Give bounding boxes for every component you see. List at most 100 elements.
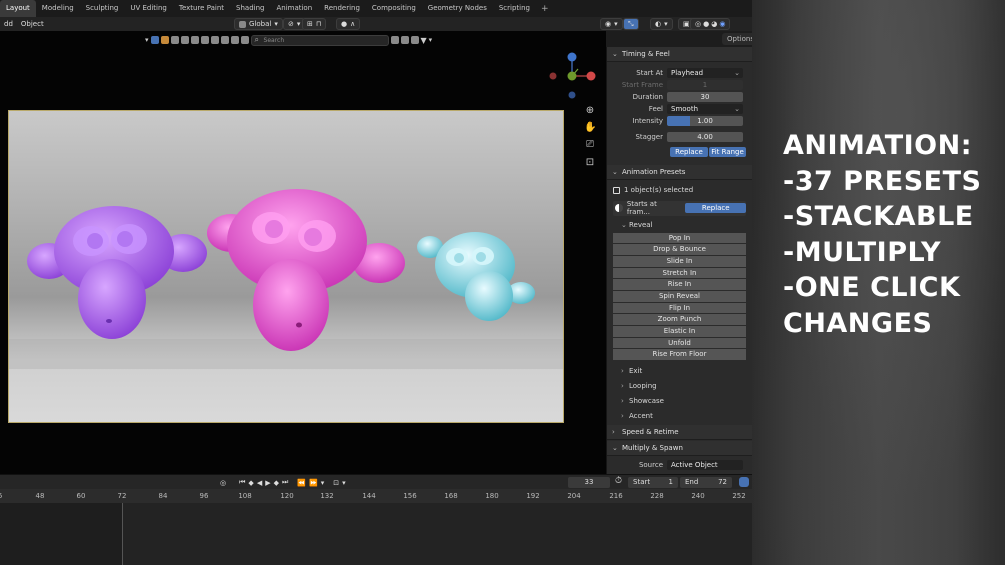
feel-dropdown[interactable]: Smooth ⌄: [667, 104, 743, 115]
showcase-group-header[interactable]: › Showcase: [613, 394, 746, 409]
filter-funnel-icon[interactable]: ▼: [421, 36, 427, 45]
visibility-dropdown[interactable]: ◉ ▾: [600, 18, 623, 30]
tab-sculpting[interactable]: Sculpting: [80, 0, 125, 17]
chevron-down-icon[interactable]: ▾: [429, 36, 433, 44]
filter-icon-1[interactable]: [170, 36, 179, 44]
preset-flip-in-button[interactable]: Flip In: [613, 302, 746, 314]
start-at-dropdown[interactable]: Playhead ⌄: [667, 68, 743, 79]
object-menu[interactable]: Object: [17, 20, 48, 28]
add-workspace-button[interactable]: +: [536, 4, 554, 14]
start-frame-field[interactable]: Start 1: [628, 477, 678, 488]
transform-orientation-dropdown[interactable]: Global ▾: [234, 18, 283, 30]
jump-start-icon[interactable]: ⏮: [239, 478, 245, 487]
blender-window: Layout Modeling Sculpting UV Editing Tex…: [0, 0, 1005, 565]
rendered-shading-icon[interactable]: ◉: [719, 19, 725, 29]
filter-icon-4[interactable]: [200, 36, 209, 44]
reveal-group-header[interactable]: ⌄ Reveal: [613, 218, 746, 233]
wireframe-shading-icon[interactable]: ◎: [695, 19, 701, 29]
tab-geometry-nodes[interactable]: Geometry Nodes: [422, 0, 493, 17]
presets-replace-button[interactable]: Replace: [685, 203, 747, 213]
preset-slide-in-button[interactable]: Slide In: [613, 255, 746, 267]
tab-animation[interactable]: Animation: [270, 0, 318, 17]
filter-icon-6[interactable]: [220, 36, 229, 44]
3d-viewport[interactable]: ▾ Search ▼ ▾: [0, 31, 606, 474]
start-frame-field[interactable]: 1: [667, 80, 743, 91]
filter-icon-7[interactable]: [230, 36, 239, 44]
filter-icon-2[interactable]: [180, 36, 189, 44]
preset-zoom-punch-button[interactable]: Zoom Punch: [613, 314, 746, 326]
prev-keyframe-icon[interactable]: ◆: [248, 479, 253, 487]
chevron-down-icon[interactable]: ▾: [145, 36, 149, 44]
fit-range-button[interactable]: Fit Range: [709, 146, 746, 157]
camera-view-icon[interactable]: ⎚: [584, 139, 596, 151]
timeline-ruler[interactable]: 6 48 60 72 84 96 108 120 132 144 156 168…: [0, 489, 752, 503]
animation-presets-header[interactable]: ⌄ Animation Presets: [607, 164, 752, 180]
select-box-icon[interactable]: [150, 36, 159, 44]
jump-end-icon[interactable]: ⏭: [282, 478, 288, 487]
preset-stretch-in-button[interactable]: Stretch In: [613, 267, 746, 279]
preset-unfold-button[interactable]: Unfold: [613, 337, 746, 349]
tab-modeling[interactable]: Modeling: [36, 0, 80, 17]
record-icon[interactable]: ◎: [220, 479, 226, 487]
material-shading-icon[interactable]: ◕: [711, 19, 717, 29]
snap-toggle[interactable]: ⊞ ⊓: [302, 18, 327, 30]
gizmo-toggle[interactable]: ⤡: [623, 18, 639, 30]
navigation-gizmo[interactable]: [548, 51, 600, 99]
duration-field[interactable]: 30: [667, 92, 743, 103]
stopwatch-icon[interactable]: ⏱: [615, 476, 622, 486]
stagger-field[interactable]: 4.00: [667, 131, 743, 142]
chevron-down-icon[interactable]: ▾: [321, 479, 325, 487]
preset-drop-bounce-button[interactable]: Drop & Bounce: [613, 244, 746, 255]
tab-scripting[interactable]: Scripting: [493, 0, 536, 17]
tab-shading[interactable]: Shading: [230, 0, 270, 17]
intensity-slider[interactable]: 1.00: [667, 116, 743, 127]
multiply-spawn-header[interactable]: ⌄ Multiply & Spawn: [607, 441, 752, 457]
tab-compositing[interactable]: Compositing: [366, 0, 422, 17]
play-icon[interactable]: ▶: [265, 479, 270, 487]
next-marker-icon[interactable]: ⏩: [309, 479, 318, 487]
search-input[interactable]: Search: [250, 34, 389, 46]
timing-feel-header[interactable]: ⌄ Timing & Feel: [607, 47, 752, 62]
solid-shading-icon[interactable]: ●: [703, 19, 709, 29]
preset-rise-in-button[interactable]: Rise In: [613, 279, 746, 291]
source-dropdown[interactable]: Active Object: [667, 459, 743, 470]
end-frame-field[interactable]: End 72: [680, 477, 732, 488]
zoom-icon[interactable]: ⊕: [584, 105, 596, 117]
tab-layout[interactable]: Layout: [0, 0, 36, 17]
auto-keying-icon[interactable]: ⊡: [333, 479, 339, 487]
exit-group-header[interactable]: › Exit: [613, 364, 746, 379]
preset-rise-from-floor-button[interactable]: Rise From Floor: [613, 349, 746, 361]
promo-overlay-text: Animation: -37 Presets -Stackable -Multi…: [783, 128, 998, 341]
lock-icon[interactable]: ⊡: [584, 157, 596, 169]
pan-hand-icon[interactable]: ✋: [584, 122, 596, 134]
timeline-body[interactable]: [0, 503, 752, 565]
preset-pop-in-button[interactable]: Pop In: [613, 232, 746, 244]
current-frame-field[interactable]: 33: [568, 477, 610, 488]
tab-uv-editing[interactable]: UV Editing: [124, 0, 173, 17]
start-at-row: Start At Playhead ⌄: [607, 68, 752, 80]
sync-icon[interactable]: [739, 477, 749, 487]
camera-icon[interactable]: [410, 36, 419, 44]
next-keyframe-icon[interactable]: ◆: [274, 479, 279, 487]
add-menu[interactable]: dd: [0, 20, 17, 28]
preset-elastic-in-button[interactable]: Elastic In: [613, 326, 746, 337]
looping-group-header[interactable]: › Looping: [613, 379, 746, 394]
overlay-toggle[interactable]: ◐ ▾: [650, 18, 673, 30]
shading-mode-buttons[interactable]: ◎ ● ◕ ◉: [690, 18, 731, 30]
prev-marker-icon[interactable]: ⏪: [297, 479, 306, 487]
proportional-edit-toggle[interactable]: ● ∧: [336, 18, 361, 30]
object-type-icon[interactable]: [160, 36, 169, 44]
bookmark-icon[interactable]: [390, 36, 399, 44]
sort-icon[interactable]: [400, 36, 409, 44]
filter-icon-8[interactable]: [240, 36, 249, 44]
timing-replace-button[interactable]: Replace: [670, 146, 708, 157]
accent-group-header[interactable]: › Accent: [613, 409, 746, 424]
chevron-down-icon[interactable]: ▾: [342, 479, 346, 487]
speed-retime-header[interactable]: › Speed & Retime: [607, 425, 752, 441]
tab-texture-paint[interactable]: Texture Paint: [173, 0, 230, 17]
preset-spin-reveal-button[interactable]: Spin Reveal: [613, 290, 746, 302]
filter-icon-3[interactable]: [190, 36, 199, 44]
play-reverse-icon[interactable]: ◀: [257, 479, 262, 487]
filter-icon-5[interactable]: [210, 36, 219, 44]
tab-rendering[interactable]: Rendering: [318, 0, 366, 17]
